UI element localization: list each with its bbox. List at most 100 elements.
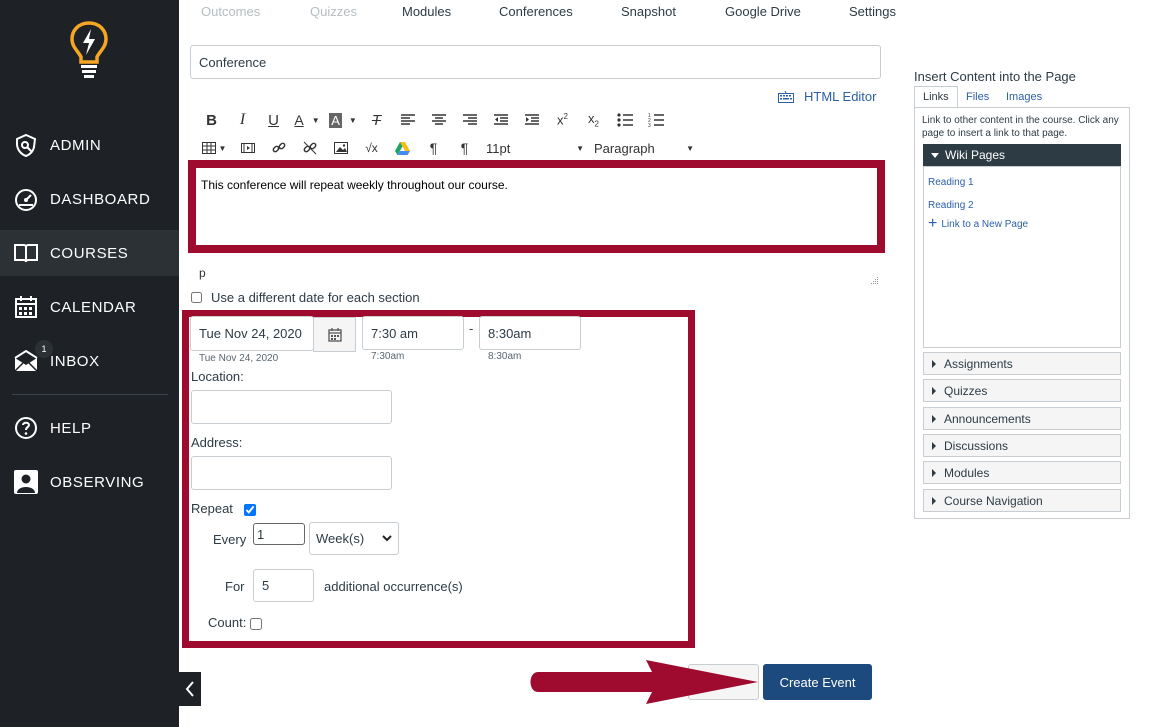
align-left-button[interactable]: [392, 109, 423, 131]
address-input[interactable]: [191, 456, 392, 490]
tab-conferences[interactable]: Conferences: [499, 4, 573, 19]
bold-button[interactable]: B: [196, 109, 227, 131]
google-drive-button[interactable]: [387, 137, 418, 159]
location-input[interactable]: [191, 390, 392, 424]
html-editor-label: HTML Editor: [804, 89, 877, 104]
subscript-button[interactable]: x2: [578, 109, 609, 131]
link-to-new-page-label: Link to a New Page: [941, 218, 1029, 230]
tab-google-drive[interactable]: Google Drive: [725, 4, 801, 19]
accordion-discussions[interactable]: Discussions: [923, 434, 1121, 457]
time-separator: -: [469, 321, 474, 336]
nav-divider: [12, 394, 168, 395]
accordion-quizzes-label: Quizzes: [944, 383, 988, 398]
accordion-modules[interactable]: Modules: [923, 461, 1121, 484]
repeat-interval-input[interactable]: [253, 523, 305, 545]
tab-modules[interactable]: Modules: [402, 4, 451, 19]
align-right-button[interactable]: [454, 109, 485, 131]
pointer-arrow-annotation: [530, 660, 758, 704]
event-title-input[interactable]: [190, 45, 881, 79]
tab-images[interactable]: Images: [998, 86, 1050, 108]
insert-content-title: Insert Content into the Page: [914, 69, 1076, 84]
date-input[interactable]: [190, 316, 314, 351]
wiki-link-reading-2[interactable]: Reading 2: [928, 200, 974, 211]
clear-formatting-icon: T: [371, 111, 382, 129]
nav-label-inbox: INBOX: [50, 352, 100, 370]
accordion-modules-label: Modules: [944, 465, 990, 480]
wiki-pages-label: Wiki Pages: [945, 148, 1006, 162]
underline-button[interactable]: U: [258, 109, 289, 131]
nav-item-help[interactable]: HELP: [0, 405, 179, 451]
calendar-icon: [13, 294, 39, 320]
rtl-paragraph-button[interactable]: ¶: [449, 137, 480, 159]
background-color-button[interactable]: A ▼: [325, 109, 361, 131]
nav-item-dashboard[interactable]: DASHBOARD: [0, 176, 179, 222]
accordion-assignments[interactable]: Assignments: [923, 352, 1121, 375]
indent-button[interactable]: [516, 109, 547, 131]
ltr-paragraph-icon: ¶: [429, 140, 438, 156]
font-size-select[interactable]: 11pt ▼: [486, 141, 590, 156]
insert-link-button[interactable]: [263, 137, 294, 159]
keyboard-icon: [778, 90, 794, 103]
collapse-nav-button[interactable]: [179, 672, 201, 706]
end-time-input[interactable]: [479, 316, 581, 350]
italic-button[interactable]: I: [227, 109, 258, 131]
bullet-list-button[interactable]: [609, 109, 640, 131]
link-to-new-page[interactable]: + Link to a New Page: [928, 216, 1028, 232]
repeat-frequency-select[interactable]: Week(s): [309, 522, 399, 555]
count-checkbox[interactable]: [250, 618, 262, 630]
ltr-paragraph-button[interactable]: ¶: [418, 137, 449, 159]
caret-right-icon: [932, 386, 936, 395]
accordion-course-navigation[interactable]: Course Navigation: [923, 489, 1121, 512]
wiki-link-reading-1[interactable]: Reading 1: [928, 177, 974, 188]
tab-outcomes[interactable]: Outcomes: [201, 4, 260, 19]
tab-links[interactable]: Links: [914, 86, 958, 108]
location-label: Location:: [191, 369, 244, 384]
nav-item-observing[interactable]: OBSERVING: [0, 459, 179, 505]
accordion-quizzes[interactable]: Quizzes: [923, 379, 1121, 402]
different-date-checkbox[interactable]: [191, 292, 202, 303]
table-button[interactable]: ▼: [196, 137, 232, 159]
nav-label-courses: COURSES: [50, 244, 129, 262]
nav-item-courses[interactable]: COURSES: [0, 230, 179, 276]
nav-label-admin: ADMIN: [50, 136, 102, 154]
bullet-list-icon: [616, 113, 633, 127]
superscript-button[interactable]: x2: [547, 109, 578, 131]
text-color-button[interactable]: A ▼: [289, 109, 325, 131]
nav-item-admin[interactable]: ADMIN: [0, 122, 179, 168]
block-format-select[interactable]: Paragraph ▼: [594, 141, 694, 156]
rich-text-editor-content[interactable]: This conference will repeat weekly throu…: [196, 168, 877, 245]
different-date-option[interactable]: Use a different date for each section: [190, 290, 420, 305]
underline-icon: U: [268, 111, 279, 129]
caret-right-icon: [932, 496, 936, 505]
occurrences-input[interactable]: [253, 569, 314, 602]
align-right-icon: [462, 114, 477, 125]
nav-item-inbox[interactable]: 1 INBOX: [0, 338, 179, 384]
lightbulb-logo-icon[interactable]: [70, 20, 108, 80]
tab-quizzes[interactable]: Quizzes: [310, 4, 357, 19]
insert-equation-button[interactable]: √x: [356, 137, 387, 159]
tab-files[interactable]: Files: [958, 86, 997, 108]
date-picker-button[interactable]: [313, 317, 356, 352]
outdent-button[interactable]: [485, 109, 516, 131]
repeat-checkbox[interactable]: [244, 504, 256, 516]
start-time-input[interactable]: [362, 316, 464, 350]
accordion-announcements[interactable]: Announcements: [923, 407, 1121, 430]
create-event-button[interactable]: Create Event: [763, 664, 872, 700]
repeat-frequency-value: Week(s): [316, 531, 365, 546]
caret-right-icon: [932, 414, 936, 423]
insert-image-button[interactable]: [325, 137, 356, 159]
wiki-pages-header[interactable]: Wiki Pages: [923, 144, 1121, 166]
outdent-icon: [493, 114, 508, 125]
nav-item-calendar[interactable]: CALENDAR: [0, 284, 179, 330]
numbered-list-button[interactable]: 123: [640, 109, 671, 131]
resize-handle-icon[interactable]: [870, 276, 879, 285]
align-center-button[interactable]: [423, 109, 454, 131]
tab-snapshot[interactable]: Snapshot: [621, 4, 676, 19]
html-editor-toggle[interactable]: HTML Editor: [778, 89, 876, 104]
clear-formatting-button[interactable]: T: [361, 109, 392, 131]
remove-link-button[interactable]: [294, 137, 325, 159]
element-path[interactable]: p: [199, 266, 206, 280]
embed-media-button[interactable]: [232, 137, 263, 159]
align-center-icon: [431, 114, 446, 125]
tab-settings[interactable]: Settings: [849, 4, 896, 19]
